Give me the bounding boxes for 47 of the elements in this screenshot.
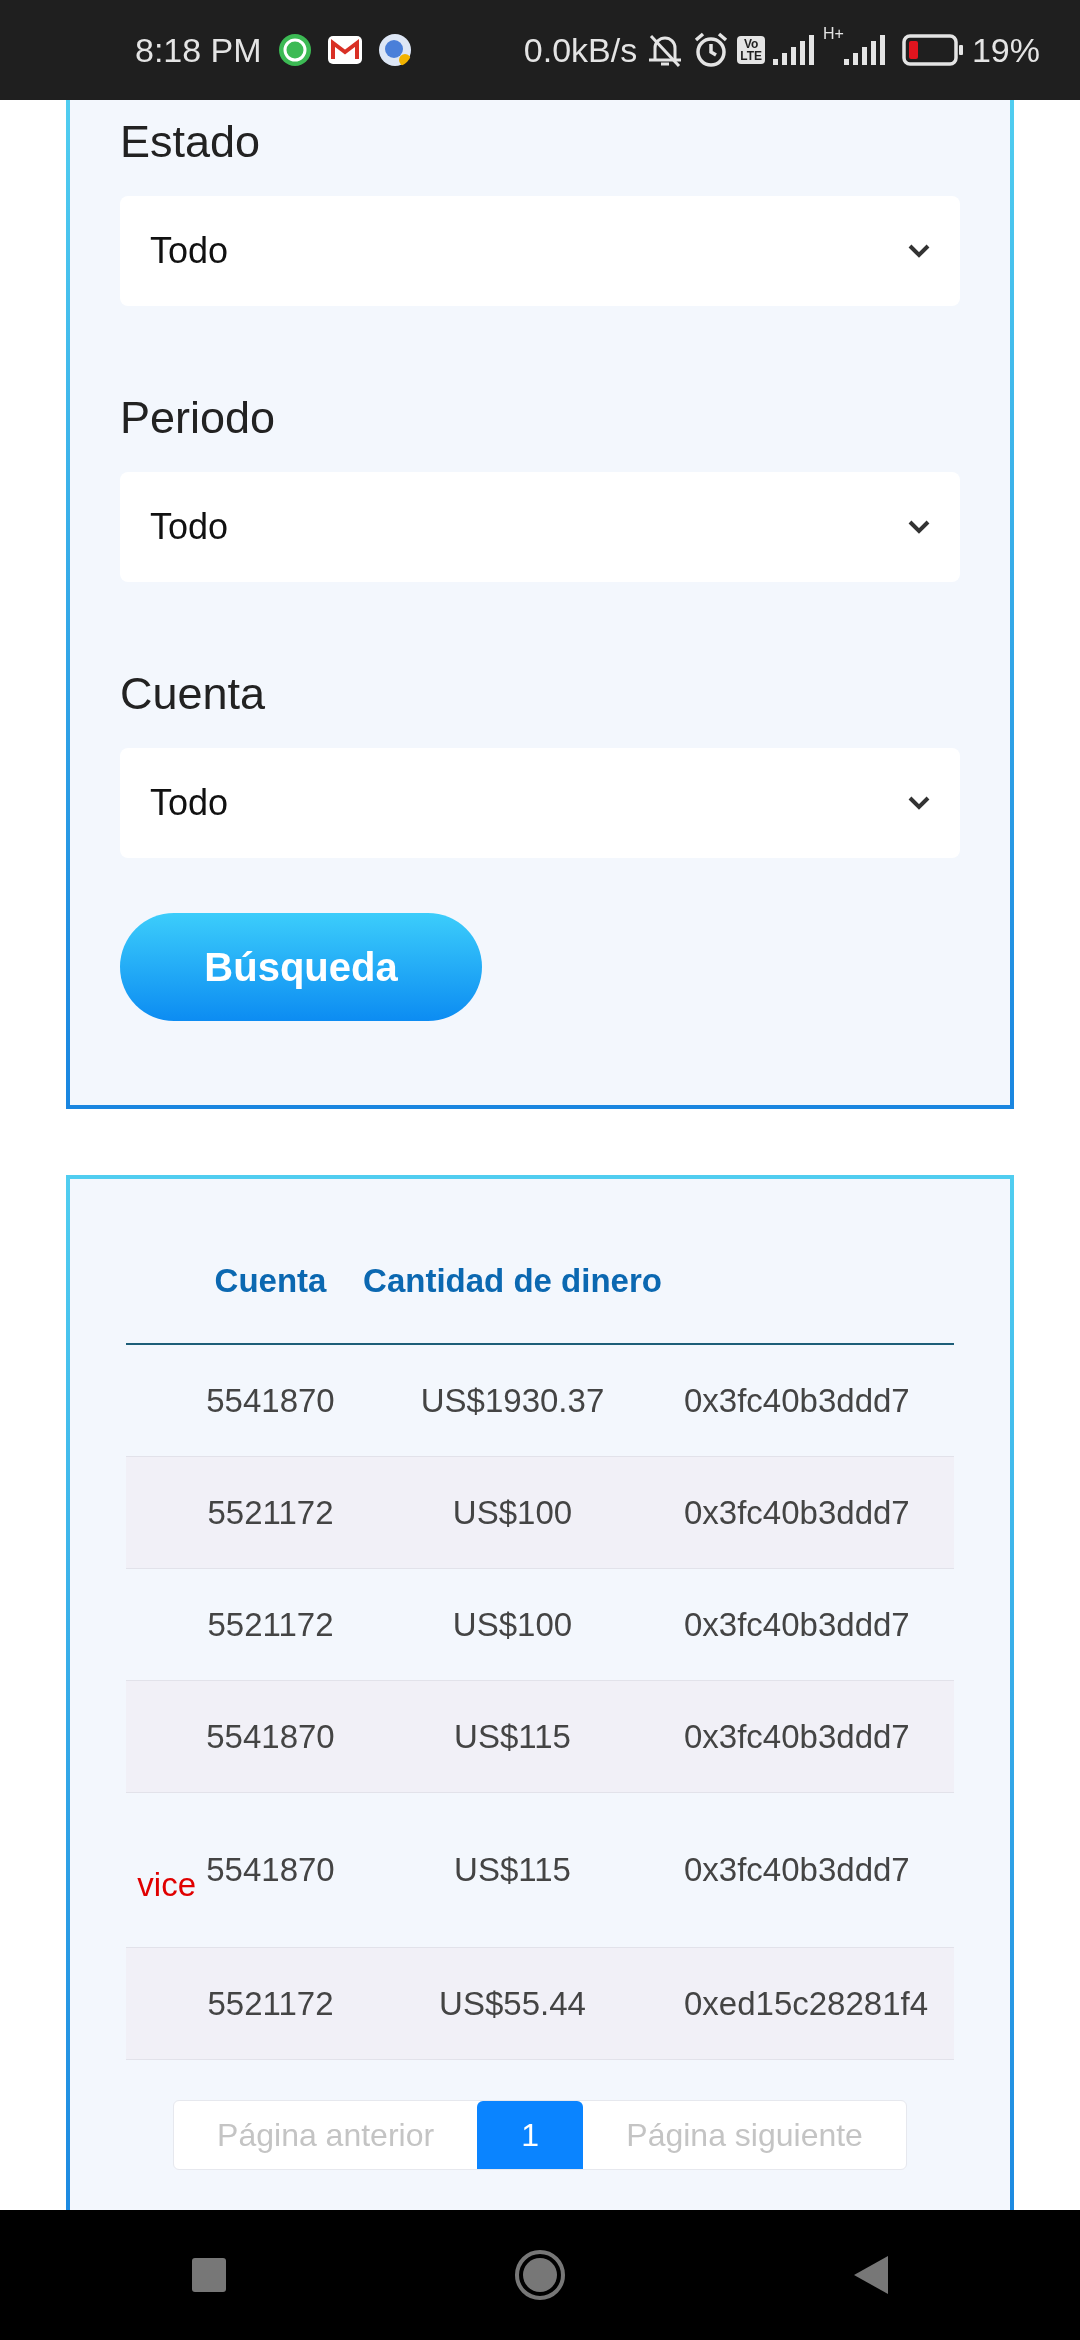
signal-icon	[773, 35, 816, 65]
table-cell-text: US$115	[453, 1716, 572, 1757]
chevron-down-icon	[908, 520, 930, 534]
alarm-icon	[693, 32, 730, 68]
table-cell-text: US$100	[451, 1604, 574, 1645]
page-button[interactable]: 1	[477, 2101, 584, 2169]
chevron-down-icon	[908, 796, 930, 810]
app-icon	[377, 33, 412, 67]
network-type-text: H+	[823, 26, 844, 42]
column-header: Cantidad de dinero	[362, 1261, 663, 1302]
signal-icon	[843, 35, 886, 65]
table-cell-text: US$115	[453, 1850, 572, 1891]
table-cell-text: US$100	[451, 1492, 574, 1533]
battery-percent-text: 19%	[971, 29, 1040, 71]
table-cell-text: 0xed15c28281f4	[683, 1983, 930, 2024]
chevron-down-icon	[908, 244, 930, 258]
chat-app-icon	[277, 33, 312, 67]
battery-icon	[901, 34, 964, 66]
select-field[interactable]: Todo	[120, 196, 960, 306]
table-cell-text: 0x3fc40b3ddd7	[683, 1716, 911, 1757]
network-speed-text: 0.0kB/s	[523, 29, 638, 71]
mail-app-icon	[327, 36, 362, 64]
volte-text: LTE	[740, 50, 763, 62]
field-label: Periodo	[120, 391, 277, 445]
table-cell-text: 5541870	[205, 1850, 336, 1891]
select-field[interactable]: Todo	[120, 472, 960, 582]
table-cell-text: 5521172	[206, 1492, 335, 1533]
table-cell-text: 5521172	[206, 1604, 335, 1645]
table-cell-text: 0x3fc40b3ddd7	[683, 1492, 911, 1533]
status-text: vice	[136, 1864, 196, 1905]
table-cell-text: 5541870	[205, 1716, 336, 1757]
table-cell-text: US$55.44	[438, 1983, 587, 2024]
column-header: Cuenta	[213, 1261, 328, 1302]
table-cell-text: 5521172	[206, 1983, 335, 2024]
table-cell-text: US$1930.37	[419, 1380, 606, 1421]
home-icon[interactable]	[514, 2249, 566, 2301]
field-label: Estado	[120, 115, 262, 169]
volte-text: Vo	[742, 38, 760, 50]
select-field[interactable]: Todo	[120, 748, 960, 858]
table-cell-text: 0x3fc40b3ddd7	[683, 1850, 911, 1891]
search-button[interactable]: Búsqueda	[120, 913, 482, 1021]
table-cell-text: 0x3fc40b3ddd7	[683, 1604, 911, 1645]
clock-text: 8:18 PM	[135, 29, 262, 71]
back-icon[interactable]	[854, 2256, 888, 2294]
table-cell-text: 0x3fc40b3ddd7	[683, 1380, 911, 1421]
field-label: Cuenta	[120, 667, 267, 721]
table-cell-text: 5541870	[205, 1380, 336, 1421]
